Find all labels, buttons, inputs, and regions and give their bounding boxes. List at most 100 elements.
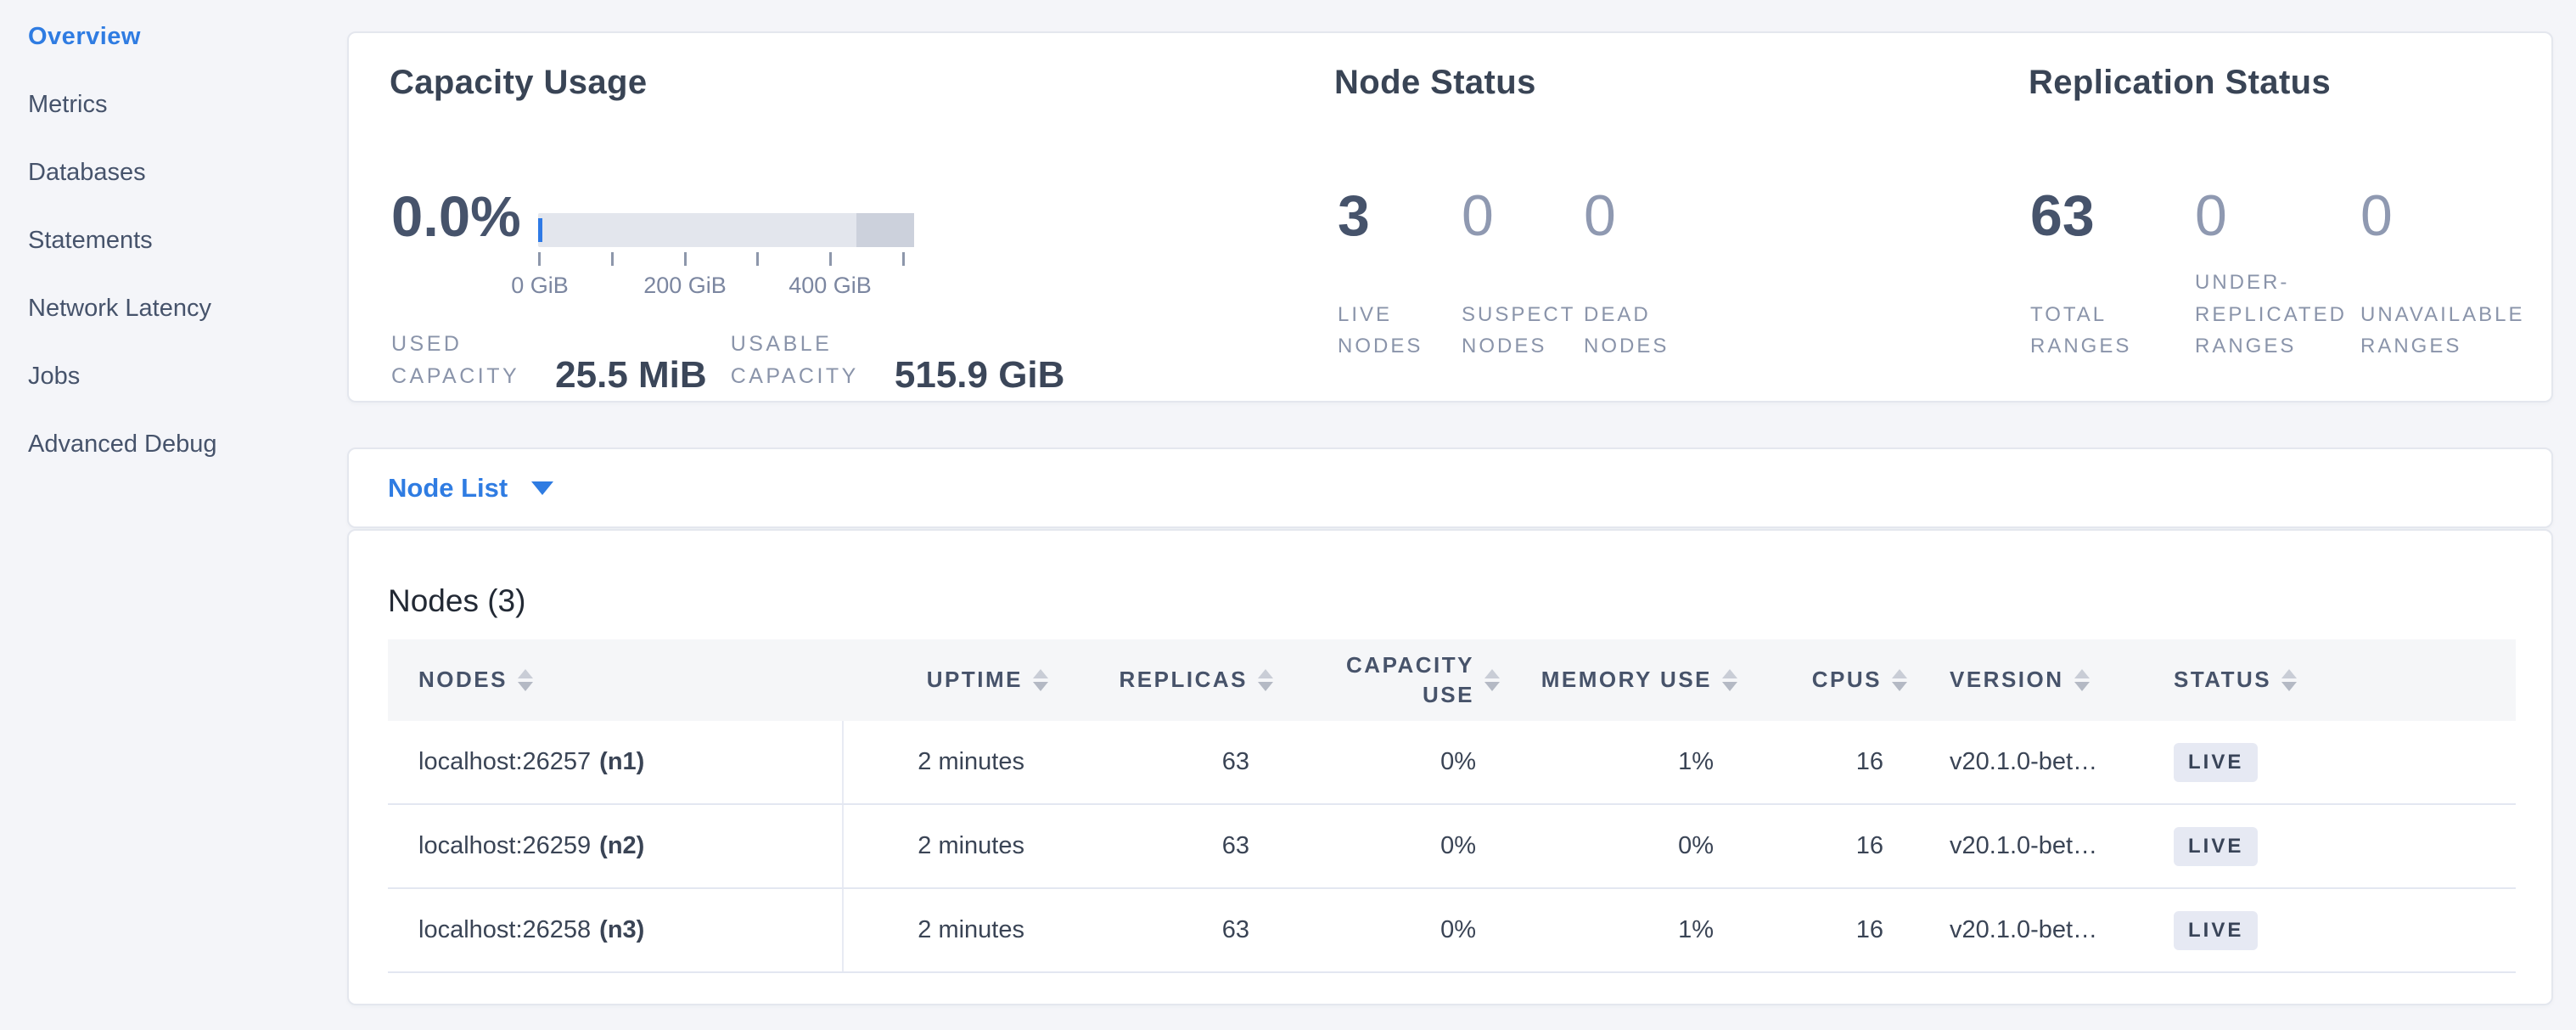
node-cell[interactable]: localhost:26259 (n2) <box>388 805 844 887</box>
sidebar-item-network-latency[interactable]: Network Latency <box>28 274 347 342</box>
table-row: localhost:26259(n2)2 minutes630%0%16v20.… <box>388 805 2516 889</box>
total-ranges-metric: 63 TOTALRANGES <box>2030 33 2183 401</box>
unavailable-ranges-value: 0 <box>2360 183 2393 249</box>
under-replicated-ranges-metric: 0 UNDER-REPLICATEDRANGES <box>2195 33 2356 401</box>
uptime-cell: 2 minutes <box>844 889 1048 971</box>
capacity-stats: USED CAPACITY 25.5 MiB USABLE CAPACITY 5… <box>391 329 1064 392</box>
capacity_use-cell: 0% <box>1273 805 1500 887</box>
node-address: localhost:26258 <box>418 916 591 944</box>
status-cell: LIVE <box>2121 889 2516 971</box>
chevron-down-icon[interactable] <box>531 481 553 495</box>
suspect-nodes-value: 0 <box>1462 183 1494 249</box>
sort-down-arrow-icon <box>1722 682 1737 691</box>
replicas-cell: 63 <box>1048 889 1273 971</box>
sidebar-item-statements[interactable]: Statements <box>28 206 347 274</box>
sort-up-arrow-icon <box>1258 669 1273 678</box>
table-row: localhost:26257(n1)2 minutes630%1%16v20.… <box>388 721 2516 805</box>
memory_use-cell: 0% <box>1500 805 1737 887</box>
column-label-version: VERSION <box>1950 665 2064 695</box>
column-label-capacity_use: CAPACITY USE <box>1340 650 1474 710</box>
used-capacity-label: USED CAPACITY <box>391 329 519 392</box>
node-cell[interactable]: localhost:26258 (n3) <box>388 889 844 971</box>
live-nodes-label: LIVENODES <box>1338 299 1423 362</box>
capacity_use-cell: 0% <box>1273 889 1500 971</box>
node-address: localhost:26257 <box>418 748 591 776</box>
version-cell: v20.1.0-bet… <box>1907 889 2121 971</box>
unavailable-ranges-metric: 0 UNAVAILABLERANGES <box>2360 33 2547 401</box>
capacity-gauge <box>538 213 914 247</box>
sort-down-arrow-icon <box>518 682 533 691</box>
node-id: (n3) <box>599 916 644 944</box>
memory_use-cell: 1% <box>1500 889 1737 971</box>
sort-up-arrow-icon <box>2281 669 2297 678</box>
under-replicated-ranges-value: 0 <box>2195 183 2227 249</box>
usable-capacity-label: USABLE CAPACITY <box>731 329 859 392</box>
capacity-gauge-tick-labels: 0 GiB 200 GiB 400 GiB <box>538 273 905 300</box>
total-ranges-value: 63 <box>2030 183 2095 249</box>
column-label-memory_use: MEMORY USE <box>1541 665 1712 695</box>
node-cell[interactable]: localhost:26257 (n1) <box>388 721 844 803</box>
sort-up-arrow-icon <box>2074 669 2090 678</box>
node-address: localhost:26259 <box>418 832 591 860</box>
capacity-usage-section: Capacity Usage 0.0% 0 GiB 200 GiB 400 Gi… <box>390 33 1374 401</box>
cpus-cell: 16 <box>1737 889 1907 971</box>
nodes-heading: Nodes (3) <box>388 583 525 619</box>
status-badge: LIVE <box>2174 827 2258 866</box>
sort-icon <box>1033 669 1048 691</box>
sidebar-item-overview[interactable]: Overview <box>28 3 347 70</box>
tick-label: 200 GiB <box>643 273 727 299</box>
uptime-cell: 2 minutes <box>844 805 1048 887</box>
sort-down-arrow-icon <box>1258 682 1273 691</box>
sort-icon <box>2074 669 2090 691</box>
capacity-gauge-other-segment <box>856 213 914 247</box>
nodes-table-body: localhost:26257(n1)2 minutes630%1%16v20.… <box>388 721 2516 973</box>
column-header-replicas[interactable]: REPLICAS <box>1048 665 1273 695</box>
column-label-status: STATUS <box>2174 665 2271 695</box>
status-cell: LIVE <box>2121 721 2516 803</box>
node-id: (n2) <box>599 832 644 860</box>
capacity_use-cell: 0% <box>1273 721 1500 803</box>
used-capacity-stat: USED CAPACITY 25.5 MiB <box>391 329 707 392</box>
nodes-table-header: NODES UPTIME REPLICAS CAPACITY USE MEMORY US… <box>388 639 2516 721</box>
column-header-memory_use[interactable]: MEMORY USE <box>1500 665 1737 695</box>
sort-icon <box>518 669 533 691</box>
column-label-replicas: REPLICAS <box>1120 665 1248 695</box>
sidebar-item-metrics[interactable]: Metrics <box>28 70 347 138</box>
version-cell: v20.1.0-bet… <box>1907 805 2121 887</box>
capacity-usage-title: Capacity Usage <box>390 64 648 102</box>
nodes-table: NODES UPTIME REPLICAS CAPACITY USE MEMORY US… <box>388 639 2516 973</box>
used-capacity-value: 25.5 MiB <box>555 357 707 394</box>
column-header-version[interactable]: VERSION <box>1907 665 2121 695</box>
live-nodes-value: 3 <box>1338 183 1370 249</box>
sort-up-arrow-icon <box>1722 669 1737 678</box>
sidebar: Overview Metrics Databases Statements Ne… <box>0 0 347 478</box>
column-header-uptime[interactable]: UPTIME <box>844 665 1048 695</box>
usable-capacity-stat: USABLE CAPACITY 515.9 GiB <box>731 329 1065 392</box>
node-status-section: Node Status 3 LIVENODES 0 SUSPECTNODES 0… <box>1334 33 1860 401</box>
capacity-used-percent: 0.0% <box>391 184 521 250</box>
sort-icon <box>1722 669 1737 691</box>
sort-icon <box>1892 669 1907 691</box>
sidebar-item-jobs[interactable]: Jobs <box>28 342 347 410</box>
column-header-node[interactable]: NODES <box>388 665 844 695</box>
table-row: localhost:26258 (n3) 2 minutes630%1%16v20.… <box>388 889 2516 973</box>
status-badge: LIVE <box>2174 911 2258 950</box>
column-header-status[interactable]: STATUS <box>2121 665 2516 695</box>
dead-nodes-value: 0 <box>1584 183 1616 249</box>
total-ranges-label: TOTALRANGES <box>2030 299 2131 362</box>
node-list-dropdown[interactable]: Node List <box>388 473 508 504</box>
uptime-cell: 2 minutes <box>844 721 1048 803</box>
sort-up-arrow-icon <box>1484 669 1500 678</box>
column-header-cpus[interactable]: CPUS <box>1737 665 1907 695</box>
under-replicated-ranges-label: UNDER-REPLICATEDRANGES <box>2195 267 2347 362</box>
sort-down-arrow-icon <box>1484 682 1500 691</box>
column-label-uptime: UPTIME <box>927 665 1023 695</box>
sort-up-arrow-icon <box>518 669 533 678</box>
sort-up-arrow-icon <box>1892 669 1907 678</box>
sidebar-item-advanced-debug[interactable]: Advanced Debug <box>28 410 347 478</box>
replication-status-section: Replication Status 63 TOTALRANGES 0 UNDE… <box>2029 33 2555 401</box>
sidebar-item-databases[interactable]: Databases <box>28 138 347 206</box>
node-id: (n1) <box>599 748 644 776</box>
column-header-capacity_use[interactable]: CAPACITY USE <box>1273 650 1500 710</box>
tick-label: 0 GiB <box>511 273 569 299</box>
